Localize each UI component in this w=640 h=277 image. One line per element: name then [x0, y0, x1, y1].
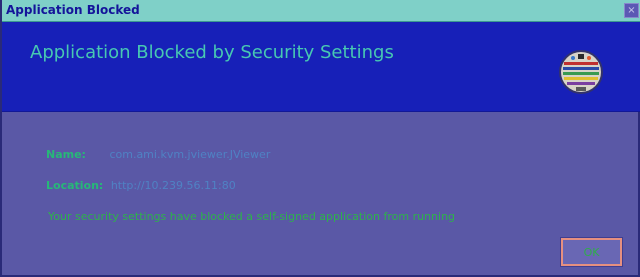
application-blocked-dialog: Application Blocked × Application Blocke… — [0, 0, 640, 277]
java-emblem-icon — [559, 50, 603, 94]
security-message: Your security settings have blocked a se… — [48, 210, 456, 223]
close-button[interactable]: × — [624, 3, 639, 18]
close-icon: × — [627, 5, 636, 16]
title-bar[interactable]: Application Blocked × — [2, 0, 640, 22]
location-row: Location: http://10.239.56.11:80 — [46, 179, 236, 192]
header-title: Application Blocked by Security Settings — [30, 42, 394, 63]
location-value: http://10.239.56.11:80 — [110, 179, 236, 192]
ok-button[interactable]: OK — [560, 237, 623, 267]
name-row: Name: com.ami.kvm.jviewer.JViewer — [46, 148, 270, 161]
window-title: Application Blocked — [6, 3, 140, 17]
location-label: Location: — [46, 179, 104, 192]
name-label: Name: — [46, 148, 86, 161]
ok-button-label: OK — [583, 245, 600, 259]
name-value: com.ami.kvm.jviewer.JViewer — [109, 148, 271, 161]
dialog-header: Application Blocked by Security Settings — [2, 22, 640, 112]
